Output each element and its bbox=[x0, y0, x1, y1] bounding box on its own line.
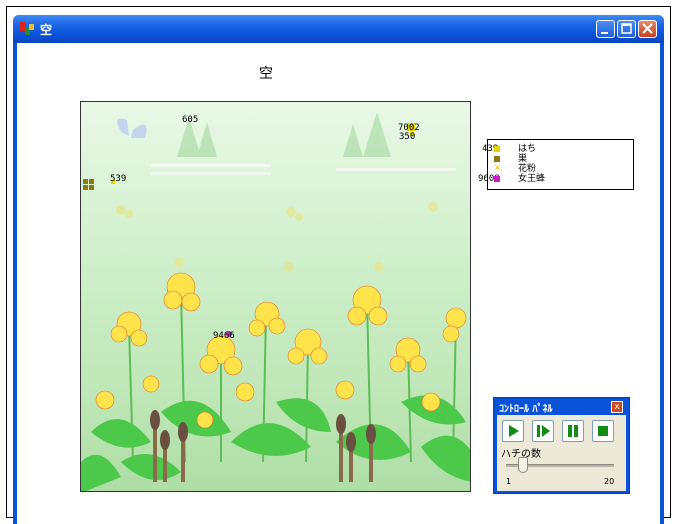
minimize-button[interactable] bbox=[596, 20, 615, 38]
bee-swatch-icon bbox=[494, 146, 500, 152]
pollen-swatch-icon: × bbox=[494, 163, 501, 172]
meadow-scene bbox=[81, 112, 470, 491]
window-title: 空 bbox=[40, 23, 53, 37]
page-title: 空 bbox=[259, 66, 273, 82]
fence-icon bbox=[151, 164, 456, 175]
simulation-field[interactable]: 605 7002 350 539 9466 bbox=[80, 101, 471, 492]
stop-button[interactable] bbox=[592, 420, 614, 442]
nest-icon bbox=[83, 179, 94, 190]
close-button[interactable] bbox=[638, 20, 657, 38]
control-panel-body: ハチの数 1 20 bbox=[497, 415, 626, 491]
butterfly-icon bbox=[117, 118, 147, 138]
play-button[interactable] bbox=[502, 420, 524, 442]
app-window: 空 空 605 7002 350 539 9466 439 はち 巣 × 花粉 … bbox=[13, 15, 664, 524]
field-number: 605 bbox=[182, 115, 199, 125]
close-icon bbox=[642, 23, 653, 34]
control-panel: ｺﾝﾄﾛｰﾙ ﾊﾟﾈﾙ x ハチの数 1 20 bbox=[493, 397, 630, 494]
stop-icon bbox=[598, 426, 608, 436]
background-flowers bbox=[116, 202, 438, 272]
pause-button[interactable] bbox=[562, 420, 584, 442]
maximize-button[interactable] bbox=[617, 20, 636, 38]
client-area: 空 605 7002 350 539 9466 439 はち 巣 × 花粉 96… bbox=[17, 43, 660, 524]
pause-icon bbox=[568, 425, 578, 437]
title-bar[interactable]: 空 bbox=[13, 15, 664, 43]
nest-swatch-icon bbox=[494, 156, 500, 162]
panel-close-button[interactable]: x bbox=[611, 401, 623, 413]
field-number: 350 bbox=[399, 132, 416, 142]
legend-row-queen: 9608 女王蜂 bbox=[478, 174, 635, 184]
bee-count-slider-thumb[interactable] bbox=[518, 457, 529, 473]
legend-row-bee: 439 はち bbox=[482, 144, 635, 154]
legend-label: 花粉 bbox=[518, 164, 537, 174]
step-button[interactable] bbox=[532, 420, 554, 442]
leaves bbox=[81, 395, 470, 491]
legend: 439 はち 巣 × 花粉 9608 女王蜂 bbox=[478, 139, 635, 190]
legend-label: はち bbox=[518, 144, 537, 154]
legend-row-nest: 巣 bbox=[488, 154, 635, 164]
slider-min-label: 1 bbox=[506, 477, 512, 486]
field-number: 539 bbox=[110, 174, 127, 184]
minimize-icon bbox=[601, 32, 608, 34]
app-icon bbox=[20, 22, 34, 35]
play-icon bbox=[509, 425, 519, 437]
queen-swatch-icon bbox=[494, 176, 500, 182]
legend-label: 巣 bbox=[518, 154, 528, 164]
field-number: 9466 bbox=[213, 331, 235, 341]
slider-max-label: 20 bbox=[604, 477, 615, 486]
step-icon bbox=[537, 425, 550, 437]
legend-label: 女王蜂 bbox=[518, 174, 546, 184]
tree-icon bbox=[177, 112, 391, 157]
legend-row-pollen: × 花粉 bbox=[488, 163, 635, 175]
control-panel-title: ｺﾝﾄﾛｰﾙ ﾊﾟﾈﾙ bbox=[499, 404, 553, 415]
maximize-icon bbox=[621, 23, 632, 34]
